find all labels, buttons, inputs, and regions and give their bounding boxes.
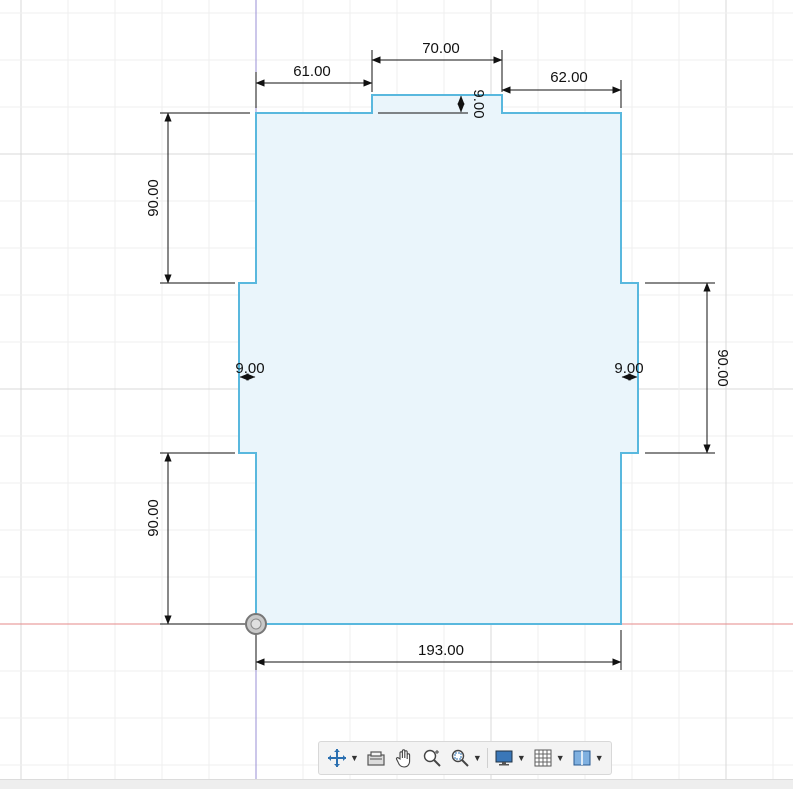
origin-marker[interactable] [245,613,267,635]
dim-text-top-left[interactable]: 61.00 [293,63,331,80]
dim-text-left-tab-depth[interactable]: 9.00 [235,360,264,377]
navigation-toolbar: ▼ ▼ ▼ ▼ ▼ [318,741,612,775]
grid-snaps-button[interactable]: ▼ [532,747,565,769]
orbit-button[interactable]: ▼ [326,747,359,769]
display-settings-button[interactable]: ▼ [493,747,526,769]
dim-text-top-right[interactable]: 62.00 [550,69,588,86]
chevron-down-icon[interactable]: ▼ [595,753,604,763]
chevron-down-icon[interactable]: ▼ [556,753,565,763]
sketch-profile[interactable] [238,94,639,625]
sketch-canvas[interactable]: 61.00 70.00 62.00 9.00 90.00 90.00 9.00 … [0,0,793,788]
zoom-button[interactable] [421,747,443,769]
zoom-window-icon [449,747,471,769]
look-at-icon [365,747,387,769]
viewports-button[interactable]: ▼ [571,747,604,769]
zoom-icon [421,747,443,769]
dim-text-total-width[interactable]: 193.00 [418,642,464,659]
orbit-icon [326,747,348,769]
viewports-icon [571,747,593,769]
dim-text-right-tab-depth[interactable]: 9.00 [614,360,643,377]
dim-text-left-upper[interactable]: 90.00 [145,179,162,217]
chevron-down-icon[interactable]: ▼ [473,753,482,763]
look-at-button[interactable] [365,747,387,769]
chevron-down-icon[interactable]: ▼ [350,753,359,763]
dim-text-left-lower[interactable]: 90.00 [145,499,162,537]
zoom-window-button[interactable]: ▼ [449,747,482,769]
grid-icon [532,747,554,769]
dim-text-right-tab-height[interactable]: 90.00 [714,349,731,387]
toolbar-divider [486,748,488,768]
chevron-down-icon[interactable]: ▼ [517,753,526,763]
pan-button[interactable] [393,747,415,769]
dim-text-top-tab[interactable]: 70.00 [422,40,460,57]
pan-hand-icon [393,747,415,769]
monitor-icon [493,747,515,769]
dim-text-top-tab-depth[interactable]: 9.00 [470,89,487,118]
